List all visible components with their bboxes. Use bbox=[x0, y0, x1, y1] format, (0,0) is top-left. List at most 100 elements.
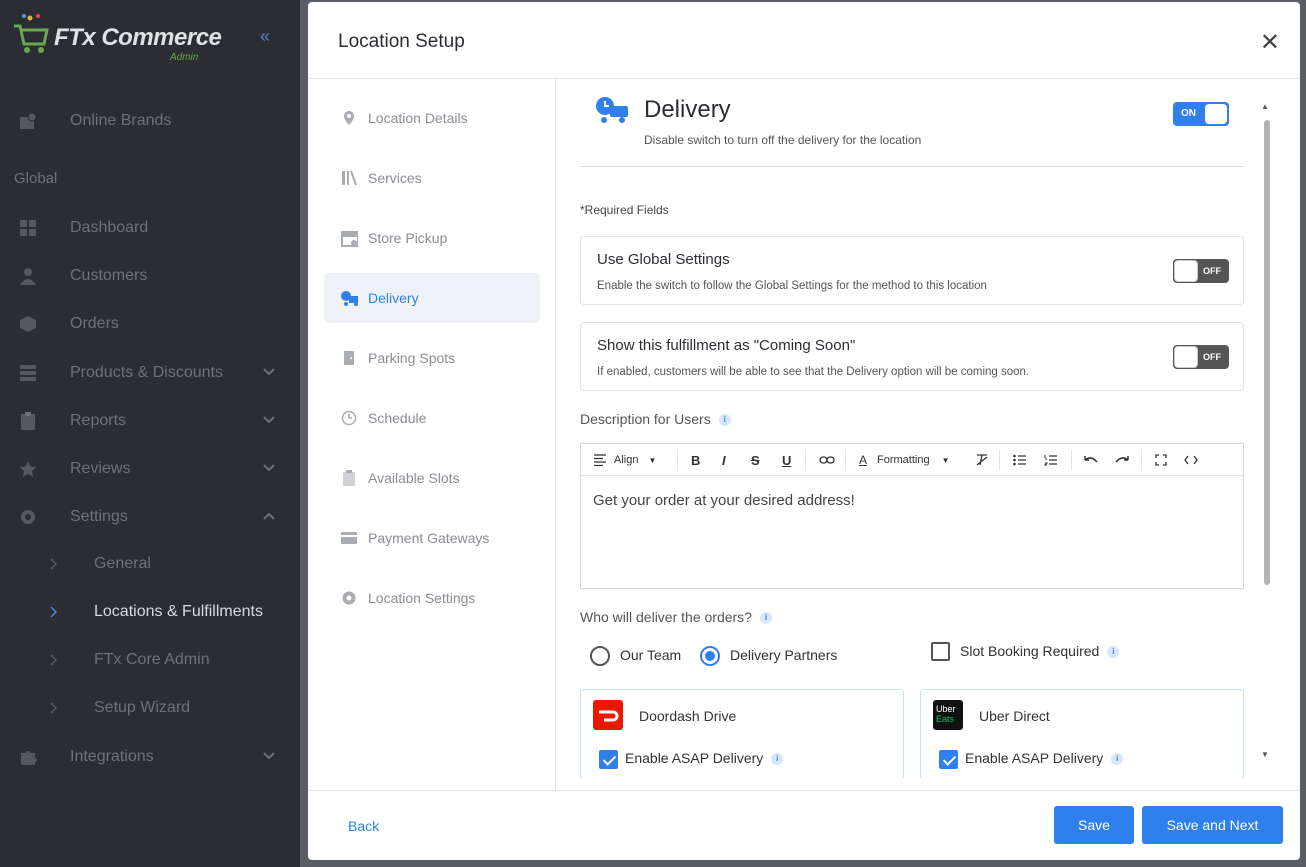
doordash-asap-checkbox[interactable] bbox=[599, 750, 618, 769]
our-team-label: Our Team bbox=[620, 647, 682, 663]
uber-card: Uber Eats Uber Direct Enable ASAP Deliver… bbox=[920, 689, 1244, 779]
uber-logo-bottom: Eats bbox=[936, 714, 955, 724]
delivery-partners-radio[interactable] bbox=[700, 646, 720, 666]
clock-icon bbox=[340, 409, 358, 427]
global-settings-card: Use Global Settings Enable the switch to… bbox=[580, 236, 1244, 305]
close-icon[interactable]: ✕ bbox=[1260, 28, 1280, 57]
collapse-sidebar-icon[interactable]: « bbox=[260, 26, 270, 47]
sidebar-item-online-brands[interactable]: Online Brands bbox=[0, 101, 296, 141]
delivery-title: Delivery bbox=[644, 96, 731, 123]
tab-parking-spots[interactable]: Parking Spots bbox=[324, 333, 540, 383]
sidebar-item-setup-wizard[interactable]: Setup Wizard bbox=[0, 688, 296, 728]
info-icon[interactable]: i bbox=[1111, 753, 1124, 766]
redo-icon[interactable] bbox=[1114, 452, 1130, 468]
info-icon[interactable]: i bbox=[718, 414, 731, 427]
bullet-list-icon[interactable] bbox=[1013, 452, 1027, 468]
slot-booking-checkbox[interactable] bbox=[931, 642, 950, 661]
toggle-knob bbox=[1174, 346, 1198, 368]
tab-payment-gateways[interactable]: Payment Gateways bbox=[324, 513, 540, 563]
uber-asap-checkbox[interactable] bbox=[939, 750, 958, 769]
sidebar-item-label: Locations & Fulfillments bbox=[94, 603, 263, 620]
info-icon[interactable]: i bbox=[771, 753, 784, 766]
sidebar-item-general[interactable]: General bbox=[0, 544, 296, 584]
sidebar-item-reviews[interactable]: Reviews bbox=[0, 449, 296, 489]
italic-icon[interactable]: I bbox=[722, 452, 726, 468]
tab-schedule[interactable]: Schedule bbox=[324, 393, 540, 443]
clear-format-icon[interactable] bbox=[975, 452, 989, 468]
sidebar-item-customers[interactable]: Customers bbox=[0, 256, 296, 296]
formatting-label: Formatting bbox=[877, 454, 930, 466]
toolbar-separator bbox=[1141, 450, 1142, 470]
save-button[interactable]: Save bbox=[1054, 806, 1134, 844]
formatting-dropdown[interactable]: A Formatting ▼ bbox=[859, 452, 950, 468]
strikethrough-icon[interactable]: S bbox=[751, 452, 760, 468]
editor-content[interactable]: Get your order at your desired address! bbox=[593, 492, 855, 509]
tab-store-pickup[interactable]: Store Pickup bbox=[324, 213, 540, 263]
undo-icon[interactable] bbox=[1083, 452, 1099, 468]
underline-icon[interactable]: U bbox=[782, 452, 791, 468]
books-icon bbox=[340, 169, 358, 187]
sidebar-item-label: Settings bbox=[70, 508, 128, 525]
delivery-truck-icon bbox=[340, 289, 358, 307]
toggle-label: ON bbox=[1181, 108, 1196, 119]
tab-label: Payment Gateways bbox=[368, 530, 490, 546]
tab-label: Available Slots bbox=[368, 470, 460, 486]
numbered-list-icon[interactable] bbox=[1044, 452, 1058, 468]
door-icon bbox=[340, 349, 358, 367]
fullscreen-icon[interactable] bbox=[1155, 452, 1167, 468]
sidebar-item-label: Reports bbox=[70, 412, 127, 429]
coming-soon-card: Show this fulfillment as "Coming Soon" I… bbox=[580, 322, 1244, 391]
coming-soon-toggle[interactable]: OFF bbox=[1173, 345, 1229, 369]
chevron-right-icon bbox=[44, 698, 64, 718]
brand-name: FTx Commerce bbox=[54, 24, 222, 51]
sidebar-item-ftx-core-admin[interactable]: FTx Core Admin bbox=[0, 640, 296, 680]
tab-location-details[interactable]: Location Details bbox=[324, 93, 540, 143]
code-view-icon[interactable] bbox=[1184, 452, 1198, 468]
sidebar-item-orders[interactable]: Orders bbox=[0, 304, 296, 344]
tab-services[interactable]: Services bbox=[324, 153, 540, 203]
description-label: Description for Users i bbox=[580, 411, 731, 427]
scrollbar-thumb[interactable] bbox=[1264, 120, 1270, 585]
partner-name: Doordash Drive bbox=[639, 708, 737, 724]
asap-label: Enable ASAP Delivery i bbox=[625, 750, 784, 766]
tab-location-settings[interactable]: Location Settings bbox=[324, 573, 540, 623]
bold-icon[interactable]: B bbox=[691, 452, 700, 468]
tab-label: Location Details bbox=[368, 110, 468, 126]
scroll-up-icon[interactable]: ▲ bbox=[1261, 102, 1269, 111]
sidebar-item-settings[interactable]: Settings bbox=[0, 497, 296, 537]
setup-nav: Location Details Services Store Pickup D… bbox=[308, 79, 556, 790]
sidebar-item-label: Integrations bbox=[70, 748, 154, 765]
tab-delivery[interactable]: Delivery bbox=[324, 273, 540, 323]
puzzle-icon bbox=[18, 747, 38, 767]
uber-logo-top: Uber bbox=[936, 704, 956, 714]
toggle-label: OFF bbox=[1203, 352, 1221, 362]
link-icon[interactable] bbox=[819, 452, 835, 468]
tab-label: Schedule bbox=[368, 410, 427, 426]
save-and-next-button[interactable]: Save and Next bbox=[1142, 806, 1283, 844]
delivery-toggle[interactable]: ON bbox=[1173, 102, 1229, 126]
align-icon bbox=[594, 454, 606, 466]
back-link[interactable]: Back bbox=[348, 818, 379, 834]
sidebar-item-integrations[interactable]: Integrations bbox=[0, 737, 296, 777]
sidebar-item-products[interactable]: Products & Discounts bbox=[0, 353, 296, 393]
info-icon[interactable]: i bbox=[759, 612, 772, 625]
sidebar-item-dashboard[interactable]: Dashboard bbox=[0, 208, 296, 248]
gear-icon bbox=[340, 589, 358, 607]
text-color-icon: A bbox=[859, 453, 868, 467]
user-icon bbox=[18, 266, 38, 286]
description-label-text: Description for Users bbox=[580, 411, 711, 427]
chevron-right-icon bbox=[44, 602, 64, 622]
caret-down-icon: ▼ bbox=[941, 455, 950, 465]
sidebar-item-reports[interactable]: Reports bbox=[0, 401, 296, 441]
footer-divider bbox=[308, 790, 1300, 791]
info-icon[interactable]: i bbox=[1107, 646, 1120, 659]
tab-label: Parking Spots bbox=[368, 350, 456, 366]
sidebar-item-locations[interactable]: Locations & Fulfillments bbox=[0, 592, 296, 632]
our-team-radio[interactable] bbox=[590, 646, 610, 666]
store-icon bbox=[340, 229, 358, 247]
scroll-down-icon[interactable]: ▼ bbox=[1261, 750, 1269, 759]
global-settings-toggle[interactable]: OFF bbox=[1173, 259, 1229, 283]
tab-available-slots[interactable]: Available Slots bbox=[324, 453, 540, 503]
align-dropdown[interactable]: Align ▼ bbox=[593, 452, 656, 468]
toolbar-separator bbox=[999, 450, 1000, 470]
